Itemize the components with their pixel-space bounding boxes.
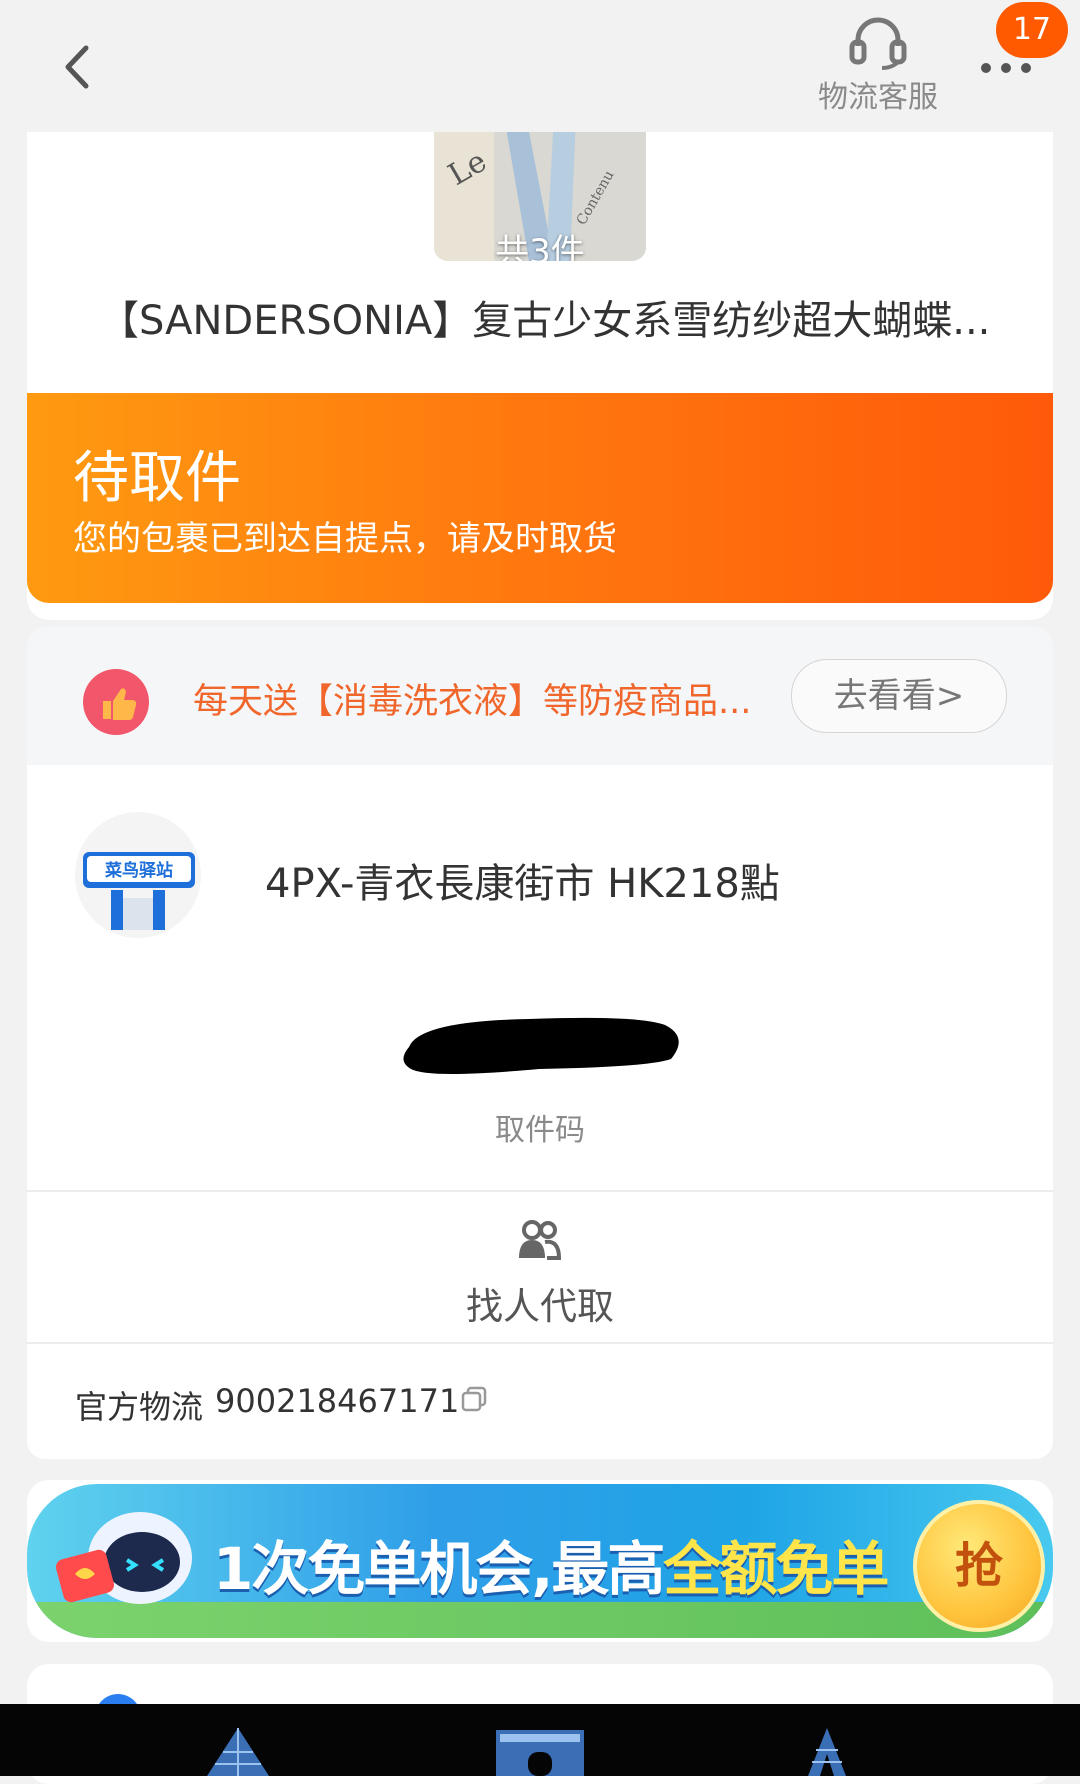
tower-icon[interactable] bbox=[802, 1726, 852, 1776]
grab-button[interactable]: 抢 bbox=[913, 1500, 1045, 1632]
robot-mascot-icon bbox=[55, 1512, 192, 1604]
item-count: 共3件 bbox=[495, 232, 585, 261]
ad-headline-highlight: 全额免单 bbox=[663, 1535, 889, 1603]
cainiao-station-icon: 菜鸟驿站 bbox=[75, 812, 201, 938]
tracking-number: 900218467171 bbox=[215, 1382, 460, 1420]
people-icon bbox=[519, 1220, 561, 1260]
pickup-card: 每天送【消毒洗衣液】等防疫商品... 去看看> 菜鸟驿站 4PX-青衣長康街市 … bbox=[27, 627, 1053, 1459]
status-title: 待取件 bbox=[73, 446, 241, 511]
free-order-ad-banner[interactable]: 1次免单机会,最高全额免单 抢 bbox=[27, 1480, 1053, 1642]
pickup-code-label: 取件码 bbox=[495, 1113, 585, 1148]
ad-headline: 1次免单机会,最高全额免单 bbox=[213, 1522, 889, 1606]
customer-service-button[interactable]: 物流客服 bbox=[808, 12, 948, 122]
pickup-status-banner: 待取件 您的包裹已到达自提点，请及时取货 bbox=[27, 393, 1053, 603]
station-name: 4PX-青衣長康街市 HK218點 bbox=[265, 861, 780, 907]
product-thumbnail[interactable]: Le Contenu 共3件 bbox=[434, 116, 646, 261]
promo-view-button[interactable]: 去看看> bbox=[791, 659, 1007, 733]
tracking-label: 官方物流 bbox=[75, 1388, 204, 1426]
promo-text: 每天送【消毒洗衣液】等防疫商品... bbox=[193, 682, 752, 722]
station-logo-text: 菜鸟驿站 bbox=[104, 860, 173, 881]
tracking-row: 官方物流 900218467171 bbox=[27, 1344, 1053, 1459]
thumbs-up-icon bbox=[83, 669, 149, 735]
bottom-bar bbox=[0, 1704, 1080, 1776]
find-proxy-label: 找人代取 bbox=[466, 1285, 614, 1328]
ad-headline-main: 1次免单机会,最高 bbox=[213, 1535, 665, 1603]
top-bar: 物流客服 17 bbox=[0, 0, 1080, 132]
customer-service-label: 物流客服 bbox=[818, 80, 938, 115]
headset-icon bbox=[849, 17, 907, 70]
back-button[interactable] bbox=[50, 36, 110, 96]
promo-row[interactable]: 每天送【消毒洗衣液】等防疫商品... 去看看> bbox=[27, 627, 1053, 765]
redacted-pickup-code bbox=[403, 1017, 679, 1074]
status-subtitle: 您的包裹已到达自提点，请及时取货 bbox=[73, 519, 617, 559]
ad-background: 1次免单机会,最高全额免单 抢 bbox=[27, 1484, 1053, 1638]
message-badge: 17 bbox=[996, 2, 1068, 58]
copy-icon[interactable] bbox=[459, 1384, 489, 1414]
pyramid-icon[interactable] bbox=[205, 1726, 271, 1776]
product-title: 【SANDERSONIA】复古少女系雪纺纱超大蝴蝶... bbox=[99, 298, 991, 344]
back-arrow-icon bbox=[65, 45, 89, 89]
find-proxy-pickup-button[interactable]: 找人代取 bbox=[27, 1192, 1053, 1342]
arch-icon[interactable] bbox=[494, 1726, 586, 1776]
